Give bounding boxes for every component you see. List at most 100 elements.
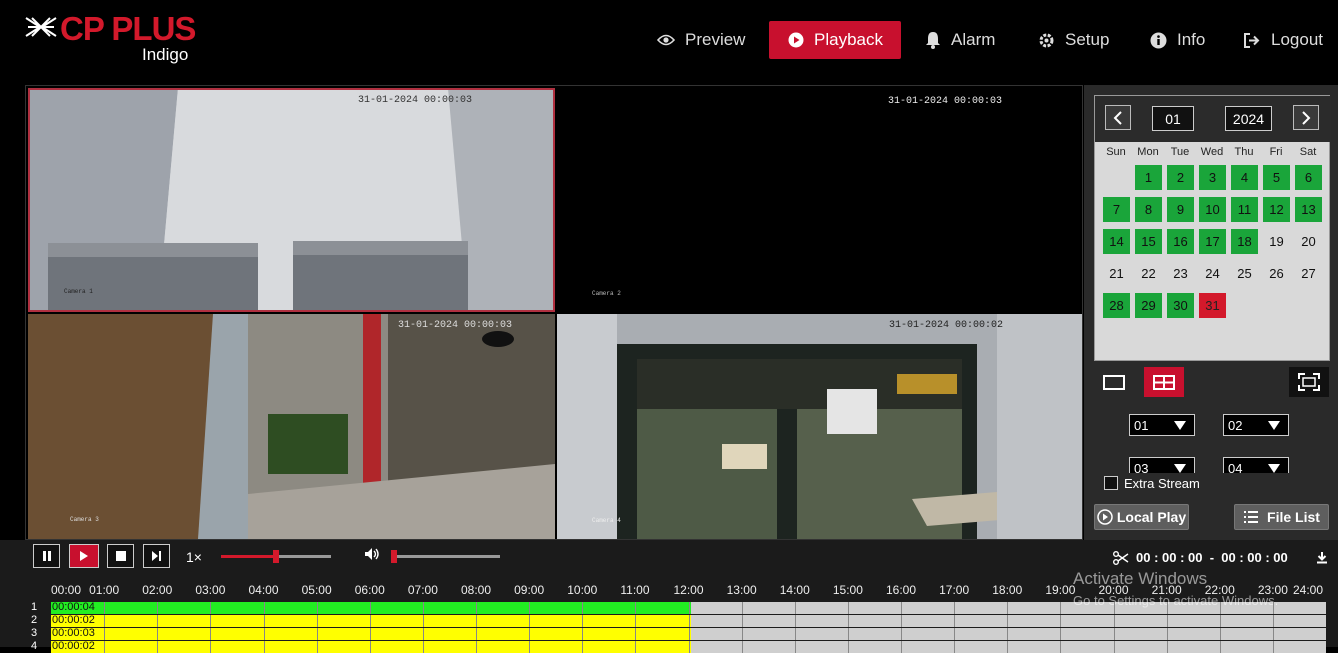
timeline-hour-divider <box>794 628 796 640</box>
nav-playback[interactable]: Playback <box>769 21 901 59</box>
stop-icon <box>115 551 126 561</box>
channel-select-4[interactable]: 04 <box>1223 457 1289 473</box>
calendar-day[interactable]: 13 <box>1295 197 1322 222</box>
nav-preview[interactable]: Preview <box>657 21 745 59</box>
timeline-tick-label: 08:00 <box>461 583 492 597</box>
channel-select-3-value: 03 <box>1134 460 1149 474</box>
calendar-day[interactable]: 16 <box>1167 229 1194 254</box>
channel-select-2[interactable]: 02 <box>1223 414 1289 436</box>
timeline-hour-divider <box>582 628 584 640</box>
play-circle-icon <box>1097 509 1113 525</box>
timeline-hour-divider <box>1007 615 1009 627</box>
calendar-day[interactable]: 4 <box>1231 165 1258 190</box>
volume-handle[interactable] <box>391 550 397 563</box>
timeline-hour-divider <box>316 628 318 640</box>
channel-select-3[interactable]: 03 <box>1129 457 1195 473</box>
calendar-day[interactable]: 27 <box>1295 261 1322 286</box>
year-field[interactable]: 2024 <box>1225 106 1272 131</box>
camera-view-4[interactable]: 31-01-2024 00:00:02 Camera 4 <box>557 314 1082 539</box>
channel-select-1[interactable]: 01 <box>1129 414 1195 436</box>
timeline-hour-divider <box>1272 615 1274 627</box>
stop-button[interactable] <box>107 544 134 568</box>
calendar-day[interactable]: 6 <box>1295 165 1322 190</box>
timeline-track[interactable]: 00:00:02 <box>51 640 1326 653</box>
timeline-hour-divider <box>1113 602 1115 614</box>
calendar-day[interactable]: 12 <box>1263 197 1290 222</box>
timeline-hour-divider <box>529 602 531 614</box>
next-frame-button[interactable] <box>143 544 170 568</box>
calendar-day[interactable]: 18 <box>1231 229 1258 254</box>
next-month-button[interactable] <box>1293 105 1319 130</box>
quad-view-icon <box>1153 374 1175 390</box>
playback-progress-handle[interactable] <box>273 550 279 563</box>
calendar-day[interactable]: 1 <box>1135 165 1162 190</box>
timeline-tick-label: 12:00 <box>673 583 704 597</box>
volume-icon[interactable] <box>364 547 380 566</box>
camera-1-timestamp: 31-01-2024 00:00:03 <box>358 95 473 106</box>
nav-setup[interactable]: Setup <box>1038 21 1109 59</box>
layout-quad-button[interactable] <box>1144 367 1184 397</box>
camera-view-1[interactable]: 31-01-2024 00:00:03 Camera 1 <box>28 88 555 312</box>
calendar-day[interactable]: 3 <box>1199 165 1226 190</box>
fullscreen-button[interactable] <box>1289 367 1329 397</box>
prev-month-button[interactable] <box>1105 105 1131 130</box>
layout-single-button[interactable] <box>1094 367 1134 397</box>
calendar-day[interactable]: 17 <box>1199 229 1226 254</box>
calendar-day[interactable]: 24 <box>1199 261 1226 286</box>
playback-speed[interactable]: 1× <box>186 549 202 565</box>
list-icon <box>1244 511 1259 523</box>
timeline-hour-divider <box>1272 641 1274 653</box>
camera-3-label: Camera 3 <box>70 516 99 523</box>
side-panel: 01 2024 Sun Mon Tue Wed Thu Fri Sat 1234567891… <box>1084 85 1338 540</box>
play-button[interactable] <box>69 544 99 568</box>
timeline-recording-segment[interactable] <box>51 615 692 627</box>
calendar-day[interactable]: 23 <box>1167 261 1194 286</box>
month-field[interactable]: 01 <box>1152 106 1194 131</box>
camera-view-2[interactable]: 31-01-2024 00:00:03 Camera 2 <box>557 88 1082 312</box>
local-play-button[interactable]: Local Play <box>1094 504 1189 530</box>
timeline-hour-divider <box>582 602 584 614</box>
calendar-day[interactable]: 21 <box>1103 261 1130 286</box>
calendar-day[interactable]: 26 <box>1263 261 1290 286</box>
calendar-day[interactable]: 7 <box>1103 197 1130 222</box>
calendar-day[interactable]: 10 <box>1199 197 1226 222</box>
single-view-icon <box>1103 374 1125 390</box>
file-list-button[interactable]: File List <box>1234 504 1329 530</box>
calendar-day[interactable]: 29 <box>1135 293 1162 318</box>
calendar-day[interactable]: 25 <box>1231 261 1258 286</box>
calendar-day[interactable]: 30 <box>1167 293 1194 318</box>
calendar-day[interactable]: 14 <box>1103 229 1130 254</box>
download-icon[interactable] <box>1316 551 1328 569</box>
timeline-hour-divider <box>263 628 265 640</box>
timeline-tick-label: 09:00 <box>514 583 545 597</box>
camera-view-3[interactable]: 31-01-2024 00:00:03 Camera 3 <box>28 314 555 539</box>
calendar-day[interactable]: 8 <box>1135 197 1162 222</box>
calendar-day[interactable]: 2 <box>1167 165 1194 190</box>
calendar-day[interactable]: 11 <box>1231 197 1258 222</box>
calendar-day[interactable]: 31 <box>1199 293 1226 318</box>
windows-watermark-subtitle: Go to Settings to activate Windows. <box>1073 593 1279 608</box>
timeline-tick-label: 05:00 <box>301 583 332 597</box>
calendar-day[interactable]: 22 <box>1135 261 1162 286</box>
calendar-day[interactable]: 28 <box>1103 293 1130 318</box>
timeline-track[interactable]: 00:00:02 <box>51 614 1326 627</box>
nav-alarm[interactable]: Alarm <box>925 21 995 59</box>
calendar-day[interactable]: 15 <box>1135 229 1162 254</box>
playback-progress-slider[interactable] <box>221 550 331 563</box>
timeline-hour-divider <box>1060 628 1062 640</box>
calendar-day[interactable]: 5 <box>1263 165 1290 190</box>
nav-info[interactable]: Info <box>1150 21 1205 59</box>
timeline-recording-segment[interactable] <box>51 628 692 640</box>
timeline-recording-segment[interactable] <box>51 602 692 614</box>
calendar-day[interactable]: 19 <box>1263 229 1290 254</box>
extra-stream-checkbox[interactable] <box>1104 476 1118 490</box>
volume-slider[interactable] <box>391 550 500 563</box>
nav-logout[interactable]: Logout <box>1244 21 1323 59</box>
scissors-icon[interactable] <box>1113 551 1129 570</box>
calendar-day[interactable]: 20 <box>1295 229 1322 254</box>
timeline-track[interactable]: 00:00:03 <box>51 627 1326 640</box>
top-header: CP PLUS Indigo Preview Playback Alarm Se… <box>0 0 1338 84</box>
calendar-day[interactable]: 9 <box>1167 197 1194 222</box>
pause-button[interactable] <box>33 544 60 568</box>
timeline-recording-segment[interactable] <box>51 641 692 653</box>
